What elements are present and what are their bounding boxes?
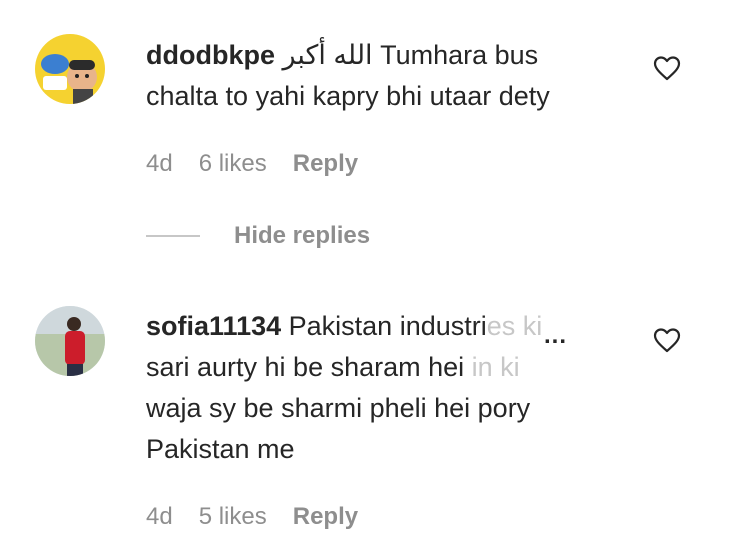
reply-button[interactable]: Reply bbox=[293, 503, 358, 531]
username[interactable]: sofia11134 bbox=[146, 311, 281, 341]
likes-count[interactable]: 6 likes bbox=[199, 150, 267, 178]
comment-meta: 4d 6 likes Reply bbox=[146, 150, 358, 178]
comment-age: 4d bbox=[146, 150, 173, 177]
comment-text-faded: es ki bbox=[486, 311, 543, 341]
comment-text-line4: Pakistan me bbox=[146, 434, 295, 464]
comment-text-line1: Tumhara bus bbox=[380, 40, 539, 70]
comment-text-line2: sari aurty hi be sharam hei bbox=[146, 352, 472, 382]
heart-icon[interactable] bbox=[653, 55, 681, 81]
comment-age: 4d bbox=[146, 503, 173, 530]
divider bbox=[146, 235, 200, 237]
hide-replies-button[interactable]: Hide replies bbox=[146, 222, 370, 250]
hide-replies-label: Hide replies bbox=[234, 222, 371, 249]
comment-text-line2: chalta to yahi kapry bhi utaar dety bbox=[146, 81, 550, 111]
arabic-text: الله أكبر bbox=[282, 40, 373, 70]
more-button[interactable]: ... bbox=[544, 322, 567, 350]
comment-meta: 4d 5 likes Reply bbox=[146, 503, 358, 531]
username[interactable]: ddodbkpe bbox=[146, 40, 275, 70]
comment-text-line1: Pakistan industri bbox=[288, 311, 487, 341]
reply-button[interactable]: Reply bbox=[293, 150, 358, 178]
likes-count[interactable]: 5 likes bbox=[199, 503, 267, 531]
comment-text-faded: in ki bbox=[471, 352, 520, 382]
heart-icon[interactable] bbox=[653, 327, 681, 353]
comment-text: ddodbkpe الله أكبر Tumhara bus chalta to… bbox=[146, 35, 626, 117]
avatar[interactable] bbox=[35, 306, 105, 376]
comment-text-line3: waja sy be sharmi pheli hei pory bbox=[146, 393, 531, 423]
avatar[interactable] bbox=[35, 34, 105, 104]
